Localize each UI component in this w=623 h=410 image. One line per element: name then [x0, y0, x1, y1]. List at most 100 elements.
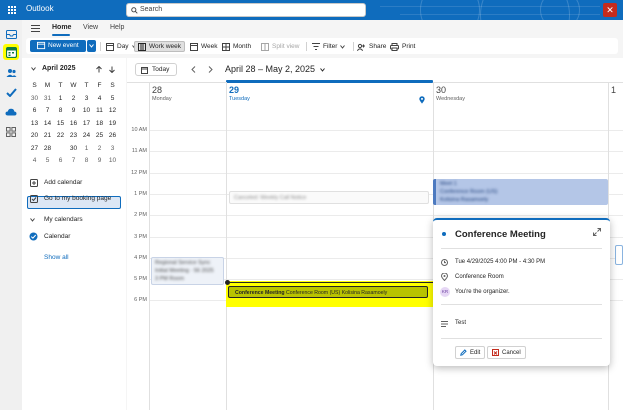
mini-calendar-day[interactable]: 20 [28, 130, 41, 142]
mini-calendar-day[interactable]: 4 [93, 93, 106, 105]
arrow-down-icon[interactable] [109, 66, 115, 73]
todo-check-icon[interactable] [3, 84, 19, 100]
mini-calendar-day[interactable]: 12 [106, 105, 119, 117]
day-view-button[interactable]: Day [106, 41, 137, 52]
add-calendar-link[interactable]: Add calendar [44, 179, 82, 186]
chevron-left-icon[interactable] [191, 66, 196, 73]
day-header-thursday[interactable]: 1 [608, 82, 623, 137]
mini-calendar-day[interactable]: 8 [54, 105, 67, 117]
mini-calendar-day[interactable]: 18 [93, 118, 106, 130]
hamburger-menu-icon[interactable] [31, 25, 40, 32]
day-header-tuesday[interactable]: 29 Tuesday [226, 82, 433, 137]
mini-calendar-day[interactable]: 9 [67, 105, 80, 117]
chevron-right-icon[interactable] [208, 66, 213, 73]
new-event-dropdown[interactable] [87, 40, 96, 52]
week-view-button[interactable]: Week [190, 41, 218, 52]
people-icon[interactable] [3, 65, 19, 81]
mini-calendar-day[interactable]: 6 [28, 105, 41, 117]
mini-calendar-day[interactable]: 19 [106, 118, 119, 130]
month-view-button[interactable]: Month [222, 41, 251, 52]
cancel-event-button[interactable]: Cancel [487, 346, 526, 359]
mini-calendar-day[interactable]: 31 [41, 93, 54, 105]
mini-calendar-day[interactable]: 2 [67, 93, 80, 105]
mini-calendar-day[interactable]: 23 [67, 130, 80, 142]
tab-view[interactable]: View [83, 24, 98, 31]
chevron-down-icon[interactable] [30, 218, 35, 222]
calendar-item[interactable]: Calendar [44, 233, 70, 240]
split-view-button[interactable]: Split view [261, 41, 299, 52]
mini-calendar-day[interactable]: 27 [28, 143, 41, 155]
edit-button[interactable]: Edit [455, 346, 486, 359]
mail-icon[interactable] [3, 26, 19, 42]
month-view-icon [222, 42, 230, 51]
date-range-label[interactable]: April 28 – May 2, 2025 [225, 64, 315, 74]
close-icon[interactable]: ✕ [603, 3, 617, 17]
mini-calendar-day[interactable]: 4 [28, 155, 41, 167]
mini-calendar-day[interactable]: 17 [80, 118, 93, 130]
mini-calendar-day[interactable]: 2 [93, 143, 106, 155]
tab-home[interactable]: Home [52, 24, 71, 31]
event-monday-3pm[interactable]: Regional Service Sync Initial Meeting · … [151, 257, 224, 285]
mini-calendar-day[interactable]: 28 [41, 143, 54, 155]
day-header-monday[interactable]: 28 Monday [149, 82, 226, 137]
mini-calendar-day[interactable]: 26 [106, 130, 119, 142]
event-thursday-edge[interactable] [615, 245, 623, 265]
collapse-chevron-icon[interactable] [31, 67, 36, 71]
mini-calendar-day[interactable]: 25 [93, 130, 106, 142]
mini-calendar-day[interactable]: 10 [106, 155, 119, 167]
mini-calendar-day[interactable]: 9 [93, 155, 106, 167]
event-wednesday-noon[interactable]: Meet 1 Conference Room (US) Kolisina Ras… [433, 179, 608, 205]
checkbox-checked-icon[interactable] [29, 232, 38, 241]
calendar-add-icon [37, 41, 46, 50]
mini-calendar-day[interactable]: 30 [28, 93, 41, 105]
event-organizer: Kolisina Rasamoely [341, 289, 388, 296]
mini-calendar-day[interactable]: 11 [93, 105, 106, 117]
mini-calendar-day[interactable]: 22 [54, 130, 67, 142]
more-apps-icon[interactable] [3, 124, 19, 140]
popup-location[interactable]: Conference Room [455, 274, 504, 280]
mini-calendar-day[interactable]: 21 [41, 130, 54, 142]
new-event-button[interactable]: New event [30, 40, 86, 52]
mini-calendar-day[interactable]: 7 [41, 105, 54, 117]
print-button[interactable]: Print [390, 41, 415, 52]
filter-button[interactable]: Filter [312, 41, 346, 52]
tab-help[interactable]: Help [110, 24, 124, 31]
search-input[interactable]: Search [126, 3, 366, 17]
mini-calendar-day[interactable]: 29 [54, 142, 67, 155]
onedrive-cloud-icon[interactable] [3, 104, 19, 120]
arrow-up-icon[interactable] [96, 66, 102, 73]
app-launcher-icon[interactable] [8, 6, 17, 15]
mini-calendar-day[interactable]: 5 [106, 93, 119, 105]
mini-calendar-day[interactable]: 3 [106, 143, 119, 155]
mini-calendar-day[interactable]: 1 [80, 143, 93, 155]
booking-page-link[interactable]: Go to my booking page [44, 195, 111, 202]
show-all-link[interactable]: Show all [44, 254, 69, 261]
today-button[interactable]: Today [135, 63, 177, 76]
mini-calendar-day[interactable]: 13 [28, 118, 41, 130]
mini-calendar-day[interactable]: 5 [41, 155, 54, 167]
mini-calendar-day[interactable]: 14 [41, 118, 54, 130]
mini-calendar-day[interactable]: 15 [54, 118, 67, 130]
mini-calendar-month: April 2025 [42, 65, 76, 72]
event-peek-card: Conference Meeting Tue 4/29/2025 4:00 PM… [433, 218, 610, 366]
weekday-label: T [58, 82, 63, 89]
mini-calendar-day[interactable]: 7 [67, 155, 80, 167]
mini-calendar-day[interactable]: 10 [80, 105, 93, 117]
day-header-wednesday[interactable]: 30 Wednesday [433, 82, 608, 137]
mini-calendar-day[interactable]: 24 [80, 130, 93, 142]
expand-icon[interactable] [593, 228, 601, 236]
mini-calendar-day[interactable]: 6 [54, 155, 67, 167]
event-canceled[interactable]: Canceled: Weekly Call Notice [229, 191, 429, 204]
conference-meeting-event[interactable]: Conference Meeting Conference Room (US) … [228, 286, 428, 298]
work-week-view-button[interactable]: Work week [134, 41, 186, 52]
mini-calendar-day[interactable]: 3 [80, 93, 93, 105]
mini-calendar-day[interactable]: 8 [80, 155, 93, 167]
my-calendars-heading[interactable]: My calendars [44, 216, 83, 223]
calendar-icon[interactable] [3, 44, 19, 60]
mini-calendar-day[interactable]: 16 [67, 118, 80, 130]
chevron-down-icon[interactable] [320, 68, 325, 72]
share-button[interactable]: Share [357, 41, 386, 52]
mini-calendar-day[interactable]: 30 [67, 143, 80, 155]
mini-calendar-day[interactable]: 1 [54, 93, 67, 105]
calendar-main: Today April 28 – May 2, 2025 28 Monday 2… [127, 58, 623, 410]
